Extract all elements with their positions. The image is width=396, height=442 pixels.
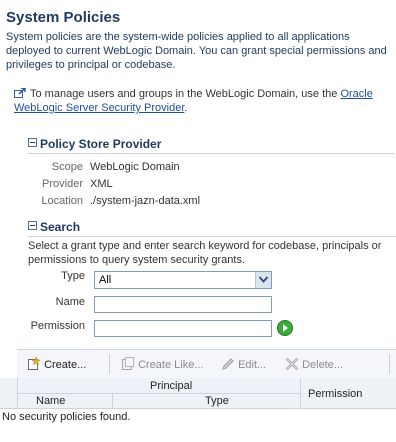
pencil-icon: [222, 358, 234, 370]
create-like-button[interactable]: Create Like...: [121, 357, 203, 371]
search-go-icon[interactable]: [277, 320, 293, 336]
principal-column-header[interactable]: Principal: [150, 380, 192, 392]
manage-users-text: To manage users and groups in the WebLog…: [30, 88, 341, 100]
type-label: Type: [61, 270, 85, 282]
edit-label: Edit...: [238, 359, 267, 371]
column-divider: [112, 394, 113, 408]
chevron-down-icon: [259, 276, 268, 283]
name-label: Name: [55, 296, 85, 308]
permission-column-header[interactable]: Permission: [308, 388, 362, 400]
header-divider: [17, 393, 300, 394]
create-like-label: Create Like...: [138, 359, 204, 371]
delete-label: Delete...: [302, 359, 344, 371]
type-select-value: All: [99, 274, 112, 286]
page-title: System Policies: [6, 9, 121, 26]
column-divider: [300, 378, 301, 408]
scope-value: WebLogic Domain: [90, 161, 180, 173]
search-description: Select a grant type and enter search key…: [28, 240, 382, 266]
create-label: Create...: [44, 359, 87, 371]
search-section-header[interactable]: Search: [28, 220, 80, 234]
collapse-icon[interactable]: [28, 221, 37, 230]
search-heading: Search: [40, 220, 81, 234]
type-column-header[interactable]: Type: [205, 395, 229, 407]
permission-input[interactable]: [94, 320, 272, 337]
location-label: Location: [41, 195, 83, 207]
type-select[interactable]: All: [94, 271, 272, 289]
provider-value: XML: [90, 178, 113, 190]
external-link-icon: [14, 88, 26, 98]
policy-store-heading: Policy Store Provider: [40, 137, 162, 151]
section-divider: [28, 236, 396, 237]
scope-label: Scope: [51, 161, 83, 173]
section-divider: [28, 153, 394, 154]
policy-toolbar: Create... Create Like... Edit... Delete.…: [17, 349, 396, 379]
delete-button[interactable]: Delete...: [285, 357, 343, 371]
page-description: System policies are the system-wide poli…: [6, 31, 387, 71]
edit-button[interactable]: Edit...: [221, 357, 266, 371]
delete-x-icon: [286, 358, 298, 370]
create-like-icon: [122, 357, 134, 370]
create-icon: [28, 356, 41, 370]
provider-label: Provider: [42, 178, 83, 190]
name-input[interactable]: [94, 296, 272, 313]
toolbar-separator: [389, 354, 390, 374]
dropdown-button[interactable]: [255, 272, 271, 288]
location-value: ./system-jazn-data.xml: [90, 195, 201, 207]
name-column-header[interactable]: Name: [36, 395, 65, 407]
manage-users-note: To manage users and groups in the WebLog…: [14, 87, 394, 115]
toolbar-separator: [109, 354, 110, 374]
create-button[interactable]: Create...: [27, 356, 87, 371]
empty-table-message: No security policies found.: [2, 411, 131, 423]
manage-users-suffix: .: [184, 102, 188, 114]
collapse-icon[interactable]: [28, 138, 37, 147]
policy-store-section-header[interactable]: Policy Store Provider: [28, 137, 161, 151]
permission-label: Permission: [30, 320, 85, 332]
